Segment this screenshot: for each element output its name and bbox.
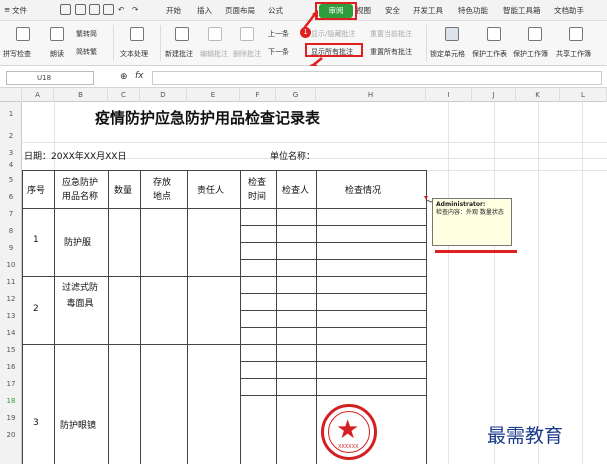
comment-connector: [424, 196, 433, 203]
comment-indicator-icon: [424, 196, 428, 200]
star-icon: ★: [336, 415, 360, 445]
watermark: 最需教育: [487, 425, 564, 447]
seal-stamp-icon: ★ XXXXXX: [321, 404, 377, 460]
comment-leader-line: [425, 199, 433, 203]
comment-underline: [435, 250, 517, 253]
stamp-text: XXXXXX: [338, 444, 359, 450]
